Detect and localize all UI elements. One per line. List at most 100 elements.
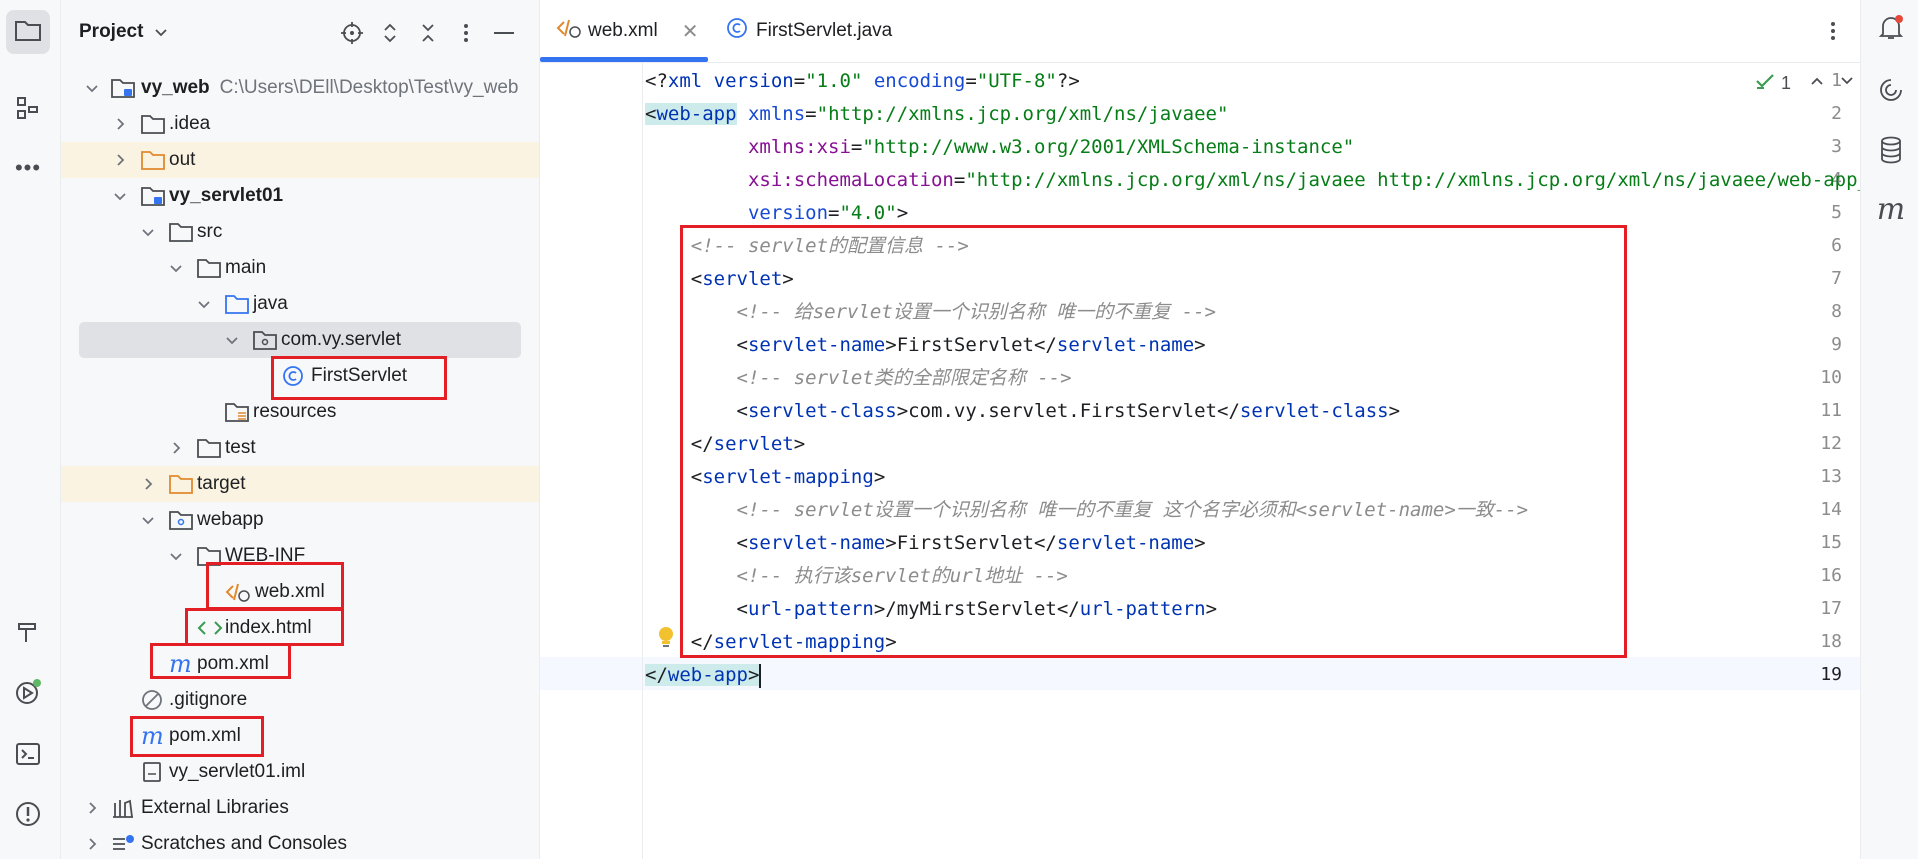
close-icon[interactable]: ✕ — [682, 19, 699, 44]
tree-item-vy-web[interactable]: vy_web C:\Users\DEll\Desktop\Test\vy_web — [61, 70, 539, 106]
folder-icon — [169, 221, 193, 243]
run-services-icon — [14, 678, 42, 711]
line-number: 5 — [1831, 202, 1842, 223]
line-number: 17 — [1820, 598, 1842, 619]
tree-item-src[interactable]: src — [61, 214, 539, 250]
code-line[interactable]: xsi:schemaLocation="http://xmlns.jcp.org… — [645, 164, 1918, 197]
tree-item-out[interactable]: out — [61, 142, 539, 178]
folder-icon — [14, 18, 42, 47]
tree-item-external-libraries[interactable]: External Libraries — [61, 790, 539, 826]
tree-item-label: vy_servlet01 — [169, 185, 284, 206]
tree-item-label: out — [169, 149, 196, 170]
tab-options-vertical-icon[interactable] — [1830, 20, 1836, 47]
locate-icon[interactable] — [339, 20, 365, 46]
tree-item-iml[interactable]: vy_servlet01.iml — [61, 754, 539, 790]
chevron-down-icon[interactable] — [195, 295, 213, 313]
text-caret — [759, 663, 762, 688]
ai-assistant-icon — [1878, 77, 1904, 108]
tree-item-label: vy_web — [141, 77, 210, 98]
tree-item-scratches[interactable]: Scratches and Consoles — [61, 826, 539, 859]
annotation-box-web-xml — [206, 562, 344, 610]
folder-icon — [141, 113, 165, 135]
tab-firstservlet-java[interactable]: FirstServlet.java — [726, 0, 892, 62]
more-tools-button[interactable]: ••• — [6, 146, 50, 190]
code-line[interactable]: <?xml version="1.0" encoding="UTF-8"?> — [645, 65, 1080, 98]
ignored-file-icon — [141, 689, 165, 711]
folder-icon — [197, 257, 221, 279]
code-line[interactable]: <web-app xmlns="http://xmlns.jcp.org/xml… — [645, 98, 1228, 131]
tree-item-test[interactable]: test — [61, 430, 539, 466]
java-class-icon — [726, 17, 748, 45]
right-tool-strip: m — [1860, 0, 1918, 859]
tree-item-java[interactable]: java — [61, 286, 539, 322]
tree-item-vy-servlet01[interactable]: vy_servlet01 — [61, 178, 539, 214]
line-number: 14 — [1820, 499, 1842, 520]
previous-highlight-icon[interactable] — [1809, 73, 1825, 94]
editor-area: web.xml ✕ FirstServlet.java 1 2 3 4 5 6 … — [540, 0, 1918, 859]
tree-item-com-vy-servlet[interactable]: com.vy.servlet — [61, 322, 539, 358]
structure-icon — [15, 95, 41, 126]
tree-item-gitignore[interactable]: .gitignore — [61, 682, 539, 718]
notifications-button[interactable] — [1875, 14, 1907, 46]
chevron-down-icon[interactable] — [153, 24, 169, 45]
resources-folder-icon — [225, 401, 249, 423]
next-highlight-icon[interactable] — [1839, 73, 1855, 94]
project-tool-button[interactable] — [6, 10, 50, 54]
tab-web-xml[interactable]: web.xml ✕ — [556, 0, 698, 62]
database-button[interactable] — [1875, 136, 1907, 168]
collapse-all-icon[interactable] — [415, 20, 441, 46]
services-tool-button[interactable] — [6, 672, 50, 716]
terminal-tool-button[interactable] — [6, 734, 50, 778]
line-number: 3 — [1831, 136, 1842, 157]
chevron-down-icon[interactable] — [223, 331, 241, 349]
code-line[interactable]: xmlns:xsi="http://www.w3.org/2001/XMLSch… — [645, 131, 1354, 164]
chevron-down-icon[interactable] — [139, 223, 157, 241]
tree-item-webapp[interactable]: webapp — [61, 502, 539, 538]
annotation-box-pom-xml-module — [150, 643, 291, 679]
inspection-count: 1 — [1781, 73, 1792, 93]
inspection-widget[interactable]: 1 — [1755, 72, 1855, 95]
expand-all-icon[interactable] — [377, 20, 403, 46]
tree-item-label: webapp — [197, 509, 264, 530]
line-number: 18 — [1820, 631, 1842, 652]
library-icon — [111, 797, 135, 819]
more-horizontal-icon: ••• — [14, 155, 42, 180]
code-line[interactable]: </web-app> — [645, 659, 762, 692]
tree-item-idea[interactable]: .idea — [61, 106, 539, 142]
maven-button[interactable]: m — [1875, 194, 1907, 226]
options-vertical-icon[interactable] — [453, 20, 479, 46]
active-tab-indicator — [540, 57, 708, 62]
tree-item-main[interactable]: main — [61, 250, 539, 286]
chevron-right-icon[interactable] — [111, 151, 129, 169]
module-folder-icon — [111, 77, 135, 99]
chevron-down-icon[interactable] — [139, 511, 157, 529]
chevron-down-icon[interactable] — [83, 79, 101, 97]
chevron-down-icon[interactable] — [167, 547, 185, 565]
chevron-right-icon[interactable] — [83, 799, 101, 817]
web-folder-icon — [169, 509, 193, 531]
structure-tool-button[interactable] — [6, 88, 50, 132]
tree-item-target[interactable]: target — [61, 466, 539, 502]
chevron-right-icon[interactable] — [139, 475, 157, 493]
tab-label: web.xml — [588, 20, 658, 41]
tree-item-label: vy_servlet01.iml — [169, 761, 306, 782]
annotation-box-pom-xml-root — [130, 716, 264, 757]
chevron-right-icon[interactable] — [83, 835, 101, 853]
tree-item-label: .gitignore — [169, 689, 248, 710]
chevron-right-icon[interactable] — [167, 439, 185, 457]
chevron-right-icon[interactable] — [111, 115, 129, 133]
build-tool-button[interactable] — [6, 612, 50, 656]
tree-item-label: .idea — [169, 113, 211, 134]
tree-item-label: Scratches and Consoles — [141, 833, 347, 854]
line-number: 12 — [1820, 433, 1842, 454]
problems-tool-button[interactable] — [6, 794, 50, 838]
project-panel-title[interactable]: Project — [79, 21, 143, 43]
chevron-down-icon[interactable] — [111, 187, 129, 205]
hide-panel-icon[interactable] — [491, 20, 517, 46]
tree-item-label: java — [253, 293, 288, 314]
tree-item-pom-xml-module[interactable]: m pom.xml — [61, 646, 539, 682]
ai-assistant-button[interactable] — [1875, 76, 1907, 108]
line-number: 10 — [1820, 367, 1842, 388]
folder-icon — [197, 437, 221, 459]
chevron-down-icon[interactable] — [167, 259, 185, 277]
